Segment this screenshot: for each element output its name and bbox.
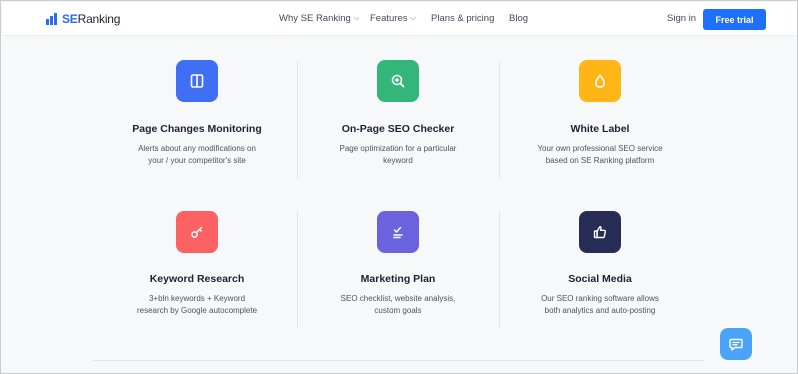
feature-description-line: custom goals <box>374 306 422 315</box>
nav-why-se-ranking[interactable]: Why SE Ranking ⌵ <box>279 13 359 24</box>
checklist-icon <box>377 211 419 253</box>
logo-bars-icon <box>46 13 60 25</box>
free-trial-button[interactable]: Free trial <box>703 9 766 30</box>
chevron-down-icon: ⌵ <box>353 14 360 22</box>
feature-title: On-Page SEO Checker <box>341 123 455 135</box>
se-ranking-logo[interactable]: SERanking <box>46 11 120 27</box>
feature-description: Our SEO ranking software allows both ana… <box>500 293 700 317</box>
feature-title: White Label <box>570 123 630 135</box>
nav-features[interactable]: Features ⌵ <box>370 13 416 24</box>
feature-description-line: based on SE Ranking platform <box>545 156 655 165</box>
feature-description-line: keyword <box>383 156 413 165</box>
logo-se: SE <box>62 12 78 26</box>
feature-description-line: your / your competitor's site <box>148 156 246 165</box>
feature-description: Alerts about any modifications on your /… <box>97 143 297 167</box>
thumbs-up-icon <box>579 211 621 253</box>
nav-plans-pricing[interactable]: Plans & pricing <box>431 13 494 24</box>
page-frame: SERanking Why SE Ranking ⌵ Features ⌵ Pl… <box>0 0 798 374</box>
feature-description: 3+bln keywords + Keyword research by Goo… <box>97 293 297 317</box>
feature-description: Page optimization for a particular keywo… <box>298 143 498 167</box>
logo-ranking: Ranking <box>77 12 121 26</box>
feature-description: Your own professional SEO service based … <box>500 143 700 167</box>
feature-description-line: SEO checklist, website analysis, <box>340 294 456 303</box>
feature-title: Social Media <box>568 273 632 285</box>
feature-description-line: Your own professional SEO service <box>537 144 663 153</box>
nav-plans-pricing-label: Plans & pricing <box>431 13 495 24</box>
feature-description-line: both analytics and auto-posting <box>544 306 656 315</box>
page-split-icon <box>176 60 218 102</box>
chat-bubble-icon <box>729 338 743 351</box>
feature-description-line: research by Google autocomplete <box>136 306 258 315</box>
feature-title: Page Changes Monitoring <box>132 123 262 135</box>
feature-description: SEO checklist, website analysis, custom … <box>298 293 498 317</box>
chevron-down-icon: ⌵ <box>410 14 416 22</box>
feature-description-line: Our SEO ranking software allows <box>541 294 659 303</box>
top-navigation-bar: SERanking Why SE Ranking ⌵ Features ⌵ Pl… <box>2 2 797 36</box>
feature-description-line: Page optimization for a particular <box>339 144 457 153</box>
nav-blog-label: Blog <box>509 13 529 24</box>
nav-features-label: Features <box>370 13 408 24</box>
feature-description-line: Alerts about any modifications on <box>138 144 256 153</box>
key-icon <box>176 211 218 253</box>
nav-blog[interactable]: Blog <box>509 13 528 24</box>
droplet-icon <box>579 60 621 102</box>
section-divider <box>93 360 705 361</box>
chat-widget-button[interactable] <box>720 328 752 360</box>
feature-description-line: 3+bln keywords + Keyword <box>148 294 246 303</box>
sign-in-link[interactable]: Sign in <box>667 13 696 24</box>
nav-why-se-ranking-label: Why SE Ranking <box>279 13 351 24</box>
feature-title: Marketing Plan <box>360 273 436 285</box>
feature-title: Keyword Research <box>149 273 245 285</box>
magnifier-plus-icon <box>377 60 419 102</box>
